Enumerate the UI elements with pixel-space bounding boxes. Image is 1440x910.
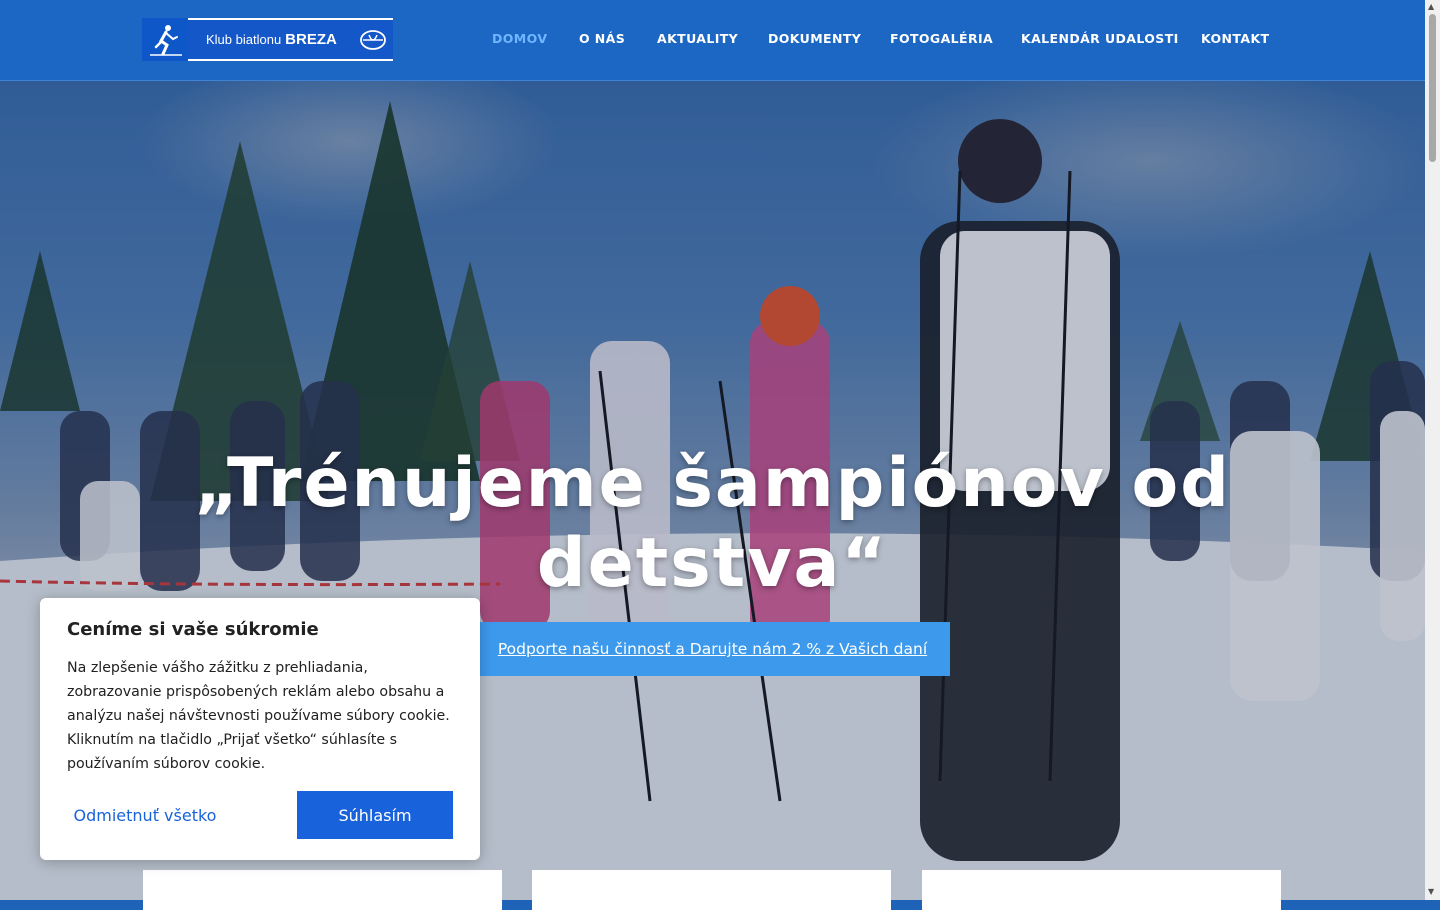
scroll-up-arrow-icon[interactable]: ▲ [1428, 2, 1434, 11]
accept-button[interactable]: Súhlasím [297, 791, 453, 839]
donate-2-percent-link[interactable]: Podporte našu činnosť a Darujte nám 2 % … [475, 622, 950, 676]
hero-title: „Trénujeme šampiónov od detstva“ [0, 444, 1425, 604]
nav-item-fotogaleria[interactable]: FOTOGALÉRIA [890, 31, 993, 46]
nav-item-domov[interactable]: DOMOV [492, 31, 547, 46]
feature-card [143, 870, 502, 910]
nav-item-aktuality[interactable]: AKTUALITY [657, 31, 738, 46]
page-scrollbar[interactable]: ▲ ▼ [1425, 0, 1440, 900]
feature-card [922, 870, 1281, 910]
scrollbar-thumb[interactable] [1429, 14, 1436, 162]
main-nav: DOMOV O NÁS AKTUALITY DOKUMENTY FOTOGALÉ… [0, 31, 1425, 51]
site-header: Klub biatlonu BREZA DOMOV O NÁS AKTUALIT… [0, 0, 1425, 81]
nav-item-kontakt[interactable]: KONTAKT [1201, 31, 1269, 46]
scroll-down-arrow-icon[interactable]: ▼ [1428, 887, 1434, 896]
hero-title-line1: „Trénujeme šampiónov od [194, 444, 1231, 523]
nav-item-dokumenty[interactable]: DOKUMENTY [768, 31, 861, 46]
feature-card [532, 870, 891, 910]
reject-all-button[interactable]: Odmietnuť všetko [67, 791, 223, 839]
hero-title-line2: detstva“ [536, 524, 889, 603]
nav-item-o-nas[interactable]: O NÁS [579, 31, 625, 46]
nav-item-kalendar-udalosti[interactable]: KALENDÁR UDALOSTI [1021, 31, 1179, 46]
cookie-consent-dialog: Ceníme si vaše súkromie Na zlepšenie váš… [40, 598, 480, 860]
cookie-description: Na zlepšenie vášho zážitku z prehliadani… [67, 660, 450, 772]
cookie-title: Ceníme si vaše súkromie [67, 619, 319, 640]
